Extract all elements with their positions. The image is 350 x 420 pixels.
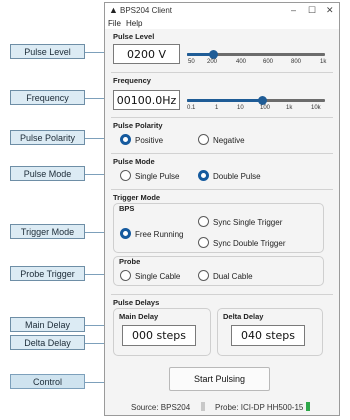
pulse-level-tick: 400 bbox=[236, 59, 247, 65]
main-delay-title: Main Delay bbox=[119, 312, 159, 321]
minimize-icon[interactable]: – bbox=[291, 5, 296, 15]
callout-main-delay: Main Delay bbox=[10, 317, 85, 332]
window-title: BPS204 Client bbox=[120, 6, 173, 15]
radio-double-pulse[interactable] bbox=[198, 170, 209, 181]
divider bbox=[111, 117, 333, 118]
radio-label-single-cable[interactable]: Single Cable bbox=[135, 272, 180, 281]
frequency-value[interactable]: 00100.0Hz bbox=[113, 90, 180, 110]
start-pulsing-button[interactable]: Start Pulsing bbox=[169, 367, 270, 391]
maximize-icon[interactable]: ☐ bbox=[308, 5, 316, 16]
status-source: Source: BPS204 bbox=[131, 403, 191, 412]
frequency-slider-fill bbox=[187, 99, 262, 102]
title-bar: ▲ BPS204 Client – ☐ ✕ bbox=[105, 3, 339, 18]
pulse-level-tick: 800 bbox=[291, 59, 302, 65]
radio-label-double-pulse[interactable]: Double Pulse bbox=[213, 172, 261, 181]
probe-status-indicator bbox=[306, 402, 310, 411]
radio-dual-cable[interactable] bbox=[198, 270, 209, 281]
menu-file[interactable]: File bbox=[108, 19, 121, 28]
radio-sync-single-trigger[interactable] bbox=[198, 216, 209, 227]
radio-label-free-running[interactable]: Free Running bbox=[135, 230, 183, 239]
source-status-indicator bbox=[201, 402, 205, 411]
pulse-level-tick: 600 bbox=[263, 59, 274, 65]
radio-negative[interactable] bbox=[198, 134, 209, 145]
divider bbox=[111, 294, 333, 295]
pulse-level-title: Pulse Level bbox=[113, 32, 155, 41]
bps-group-title: BPS bbox=[119, 204, 135, 213]
radio-label-positive[interactable]: Positive bbox=[135, 136, 163, 145]
menu-help[interactable]: Help bbox=[126, 19, 142, 28]
delta-delay-value[interactable]: 040 steps bbox=[231, 325, 305, 346]
radio-label-negative[interactable]: Negative bbox=[213, 136, 245, 145]
callout-trigger-mode: Trigger Mode bbox=[10, 224, 85, 239]
frequency-tick: 1 bbox=[215, 105, 219, 111]
radio-free-running[interactable] bbox=[120, 228, 131, 239]
pulse-level-tick: 200 bbox=[207, 59, 218, 65]
pulse-mode-title: Pulse Mode bbox=[113, 157, 155, 166]
pulse-polarity-title: Pulse Polarity bbox=[113, 121, 163, 130]
radio-label-sync-double-trigger[interactable]: Sync Double Trigger bbox=[213, 239, 285, 248]
delta-delay-title: Delta Delay bbox=[223, 312, 264, 321]
radio-positive[interactable] bbox=[120, 134, 131, 145]
callout-pulse-mode: Pulse Mode bbox=[10, 166, 85, 181]
frequency-slider-thumb[interactable] bbox=[258, 96, 267, 105]
pulse-level-tick: 50 bbox=[188, 59, 195, 65]
probe-group bbox=[113, 256, 324, 286]
callout-pulse-polarity: Pulse Polarity bbox=[10, 130, 85, 145]
probe-group-title: Probe bbox=[119, 257, 141, 266]
frequency-tick: 1k bbox=[286, 105, 293, 111]
radio-sync-double-trigger[interactable] bbox=[198, 237, 209, 248]
callout-probe-trigger: Probe Trigger bbox=[10, 266, 85, 281]
main-delay-value[interactable]: 000 steps bbox=[122, 325, 196, 346]
radio-label-dual-cable[interactable]: Dual Cable bbox=[213, 272, 253, 281]
trigger-mode-title: Trigger Mode bbox=[113, 193, 161, 202]
status-probe: Probe: ICI-DP HH500-15 bbox=[215, 403, 304, 412]
callout-frequency: Frequency bbox=[10, 90, 85, 105]
frequency-tick: 0.1 bbox=[187, 105, 196, 111]
app-icon: ▲ bbox=[109, 5, 118, 15]
callout-delta-delay: Delta Delay bbox=[10, 335, 85, 350]
pulse-level-tick: 1k bbox=[320, 59, 327, 65]
divider bbox=[111, 189, 333, 190]
frequency-tick: 10 bbox=[237, 105, 244, 111]
pulse-level-slider-thumb[interactable] bbox=[209, 50, 218, 59]
callout-pulse-level: Pulse Level bbox=[10, 44, 85, 59]
callout-control: Control bbox=[10, 374, 85, 389]
radio-single-cable[interactable] bbox=[120, 270, 131, 281]
frequency-title: Frequency bbox=[113, 76, 151, 85]
pulse-level-value[interactable]: 0200 V bbox=[113, 44, 180, 64]
divider bbox=[111, 153, 333, 154]
divider bbox=[111, 72, 333, 73]
frequency-tick: 10k bbox=[311, 105, 321, 111]
radio-label-sync-single-trigger[interactable]: Sync Single Trigger bbox=[213, 218, 282, 227]
menu-bar: File Help bbox=[105, 18, 339, 29]
radio-single-pulse[interactable] bbox=[120, 170, 131, 181]
app-window: ▲ BPS204 Client – ☐ ✕ File Help Pulse Le… bbox=[104, 2, 340, 416]
radio-label-single-pulse[interactable]: Single Pulse bbox=[135, 172, 179, 181]
pulse-delays-title: Pulse Delays bbox=[113, 298, 160, 307]
close-icon[interactable]: ✕ bbox=[326, 5, 334, 16]
frequency-tick: 100 bbox=[260, 105, 271, 111]
